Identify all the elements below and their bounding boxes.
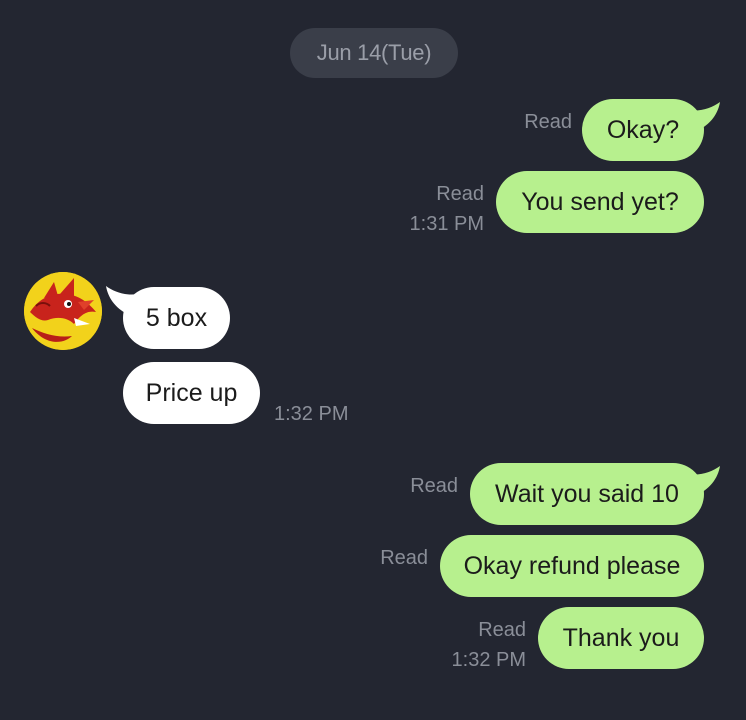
read-receipt: Read [410,475,458,497]
message-bubble-outgoing[interactable]: Okay? [582,99,704,161]
message-timestamp: 1:31 PM [409,213,484,235]
message-timestamp: 1:32 PM [451,649,526,671]
message-timestamp: 1:32 PM [274,403,349,425]
read-receipt: Read [524,111,572,133]
dragon-avatar-icon [24,272,102,350]
message-bubble-outgoing[interactable]: Wait you said 10 [470,463,704,525]
message-bubble-outgoing[interactable]: Thank you [538,607,704,669]
message-bubble-incoming[interactable]: 5 box [123,287,230,349]
message-bubble-incoming[interactable]: Price up [123,362,260,424]
date-separator: Jun 14(Tue) [290,28,458,78]
message-bubble-outgoing[interactable]: You send yet? [496,171,704,233]
read-receipt: Read [436,183,484,205]
contact-avatar[interactable] [24,272,102,350]
read-receipt: Read [478,619,526,641]
message-bubble-outgoing[interactable]: Okay refund please [440,535,704,597]
read-receipt: Read [380,547,428,569]
